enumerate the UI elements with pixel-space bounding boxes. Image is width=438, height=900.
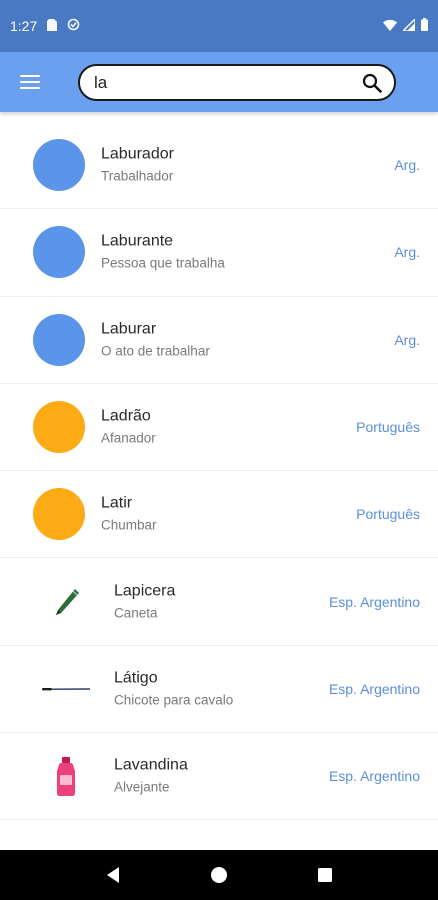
back-icon[interactable] [93, 855, 133, 895]
search-input[interactable] [94, 72, 360, 93]
word-label: Laburar [101, 320, 157, 338]
list-item[interactable]: Latir Chumbar Português [0, 471, 438, 559]
list-item[interactable]: Laburante Pessoa que trabalha Arg. [0, 209, 438, 297]
language-label: Arg. [394, 331, 420, 348]
list-item[interactable]: Lavandina Alvejante Esp. Argentino [0, 733, 438, 821]
wifi-icon [383, 19, 397, 34]
list-item[interactable]: Látigo Chicote para cavalo Esp. Argentin… [0, 646, 438, 734]
word-label: Látigo [114, 669, 158, 687]
search-icon[interactable] [360, 71, 384, 95]
avatar [33, 488, 85, 541]
meaning-label: Alvejante [114, 779, 170, 795]
meaning-label: Chicote para cavalo [114, 692, 234, 708]
word-label: Ladrão [101, 407, 151, 425]
avatar [33, 401, 85, 454]
language-label: Arg. [394, 244, 420, 261]
word-label: Laburante [101, 232, 174, 250]
sync-icon [67, 18, 80, 34]
meaning-label: Trabalhador [101, 168, 174, 184]
word-label: Latir [101, 494, 133, 512]
status-bar: 1:27 [0, 0, 438, 52]
language-label: Esp. Argentino [328, 593, 420, 610]
word-label: Lapicera [114, 582, 176, 600]
battery-icon [421, 18, 428, 34]
meaning-label: Chumbar [101, 517, 157, 533]
language-label: Português [356, 506, 420, 523]
home-icon[interactable] [199, 855, 239, 895]
meaning-label: Caneta [114, 605, 158, 621]
sim-card-icon [47, 18, 58, 34]
app-bar [0, 52, 438, 112]
recents-icon[interactable] [305, 855, 345, 895]
list-item[interactable]: Lapicera Caneta Esp. Argentino [0, 558, 438, 646]
meaning-label: Pessoa que trabalha [101, 255, 225, 271]
hamburger-menu-icon[interactable] [0, 52, 60, 112]
results-list: Laburador Trabalhador Arg. Laburante Pes… [0, 112, 438, 850]
language-label: Arg. [394, 157, 420, 174]
pen-icon [38, 580, 94, 624]
navigation-bar [0, 850, 438, 900]
whip-icon [38, 667, 94, 711]
word-label: Lavandina [114, 756, 188, 774]
list-item[interactable]: Laburar O ato de trabalhar Arg. [0, 297, 438, 384]
status-time: 1:27 [10, 18, 38, 34]
list-item[interactable]: Laburador Trabalhador Arg. [0, 122, 438, 210]
language-label: Esp. Argentino [328, 768, 420, 785]
signal-icon [401, 16, 416, 34]
language-label: Português [356, 419, 420, 436]
bleach-bottle-icon [38, 754, 94, 798]
avatar [33, 226, 85, 279]
avatar [33, 313, 85, 366]
search-box[interactable] [78, 64, 396, 101]
meaning-label: O ato de trabalhar [101, 343, 210, 359]
word-label: Laburador [101, 145, 174, 163]
language-label: Esp. Argentino [328, 680, 420, 697]
meaning-label: Afanador [101, 430, 156, 446]
list-item[interactable]: Ladrão Afanador Português [0, 384, 438, 472]
avatar [33, 139, 85, 192]
